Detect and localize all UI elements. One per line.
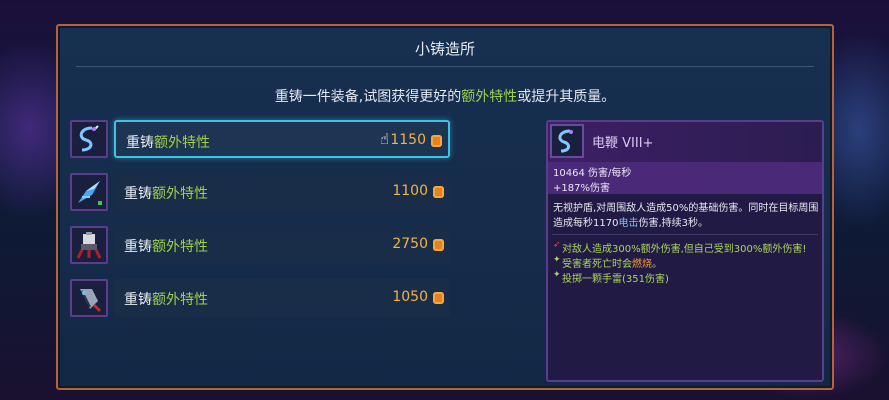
item-description: 无视护盾,对周围敌人造成50%的基础伤害。同时在目标周围造成每秒1170电击伤害…	[553, 203, 819, 229]
option-price: 1050	[392, 289, 428, 305]
subtitle-text-end: 或提升其质量。	[517, 89, 616, 105]
turret-icon	[70, 226, 108, 264]
option-label: 重铸额外特性	[126, 135, 210, 151]
option-price: 1100	[392, 183, 428, 199]
subtitle-text: 重铸一件装备,试图获得更好的	[274, 89, 462, 105]
gold-coin-icon	[431, 135, 442, 147]
gold-coin-icon	[433, 186, 444, 198]
item-name: 电鞭 VIII+	[592, 136, 654, 151]
option-bar[interactable]: 重铸额外特性 1050	[114, 279, 450, 317]
option-bar[interactable]: 重铸额外特性 1100	[114, 173, 450, 211]
option-price: 1150	[390, 132, 426, 148]
panel-title: 小铸造所	[414, 40, 475, 58]
trait-line: ✦ 受害者死亡时会燃烧。	[553, 255, 662, 270]
option-label: 重铸额外特性	[124, 239, 208, 255]
crystal-shard-icon	[70, 173, 108, 211]
trait-bullet-icon: ✦	[553, 255, 561, 265]
option-price: 2750	[392, 236, 428, 252]
reforge-option-4[interactable]: 重铸额外特性 1050	[70, 279, 450, 317]
reforge-option-3[interactable]: 重铸额外特性 2750	[70, 226, 450, 264]
trait-bullet-icon: ✦	[553, 270, 561, 280]
title-divider	[76, 66, 814, 67]
trait-line: ➶ 对敌人造成300%额外伤害,但自己受到300%额外伤害!	[553, 240, 807, 255]
option-label: 重铸额外特性	[124, 292, 208, 308]
item-traits: ➶ 对敌人造成300%额外伤害,但自己受到300%额外伤害! ✦ 受害者死亡时会燃烧…	[553, 240, 821, 285]
option-bar[interactable]: 重铸额外特性 1150	[114, 120, 450, 158]
gold-coin-icon	[433, 239, 444, 251]
item-header: 电鞭 VIII+	[548, 122, 822, 162]
description-divider	[552, 234, 818, 235]
reforge-option-2[interactable]: 重铸额外特性 1100	[70, 173, 450, 211]
trait-line: ✦ 投掷一颗手雷(351伤害)	[553, 270, 669, 285]
subtitle-highlight: 额外特性	[461, 89, 518, 105]
electric-whip-icon	[550, 124, 584, 158]
item-dps: 10464 伤害/每秒	[553, 168, 632, 179]
option-bar[interactable]: 重铸额外特性 2750	[114, 226, 450, 264]
item-info-card: 电鞭 VIII+ 10464 伤害/每秒 +187%伤害 无视护盾,对周围敌人造…	[546, 120, 824, 382]
panel-subtitle: 重铸一件装备,试图获得更好的额外特性或提升其质量。	[58, 86, 832, 106]
item-stats: 10464 伤害/每秒 +187%伤害	[548, 162, 822, 194]
option-label: 重铸额外特性	[124, 186, 208, 202]
reforge-option-1[interactable]: 重铸额外特性 1150	[70, 120, 450, 158]
mouse-cursor-icon: ☝	[380, 130, 390, 148]
gold-coin-icon	[433, 292, 444, 304]
forge-panel: 小铸造所 重铸一件装备,试图获得更好的额外特性或提升其质量。 重铸额外特性 11…	[56, 24, 834, 390]
item-bonus: +187%伤害	[553, 183, 610, 194]
electric-whip-icon	[70, 120, 108, 158]
shield-blade-icon	[70, 279, 108, 317]
trait-bullet-icon: ➶	[553, 240, 561, 250]
